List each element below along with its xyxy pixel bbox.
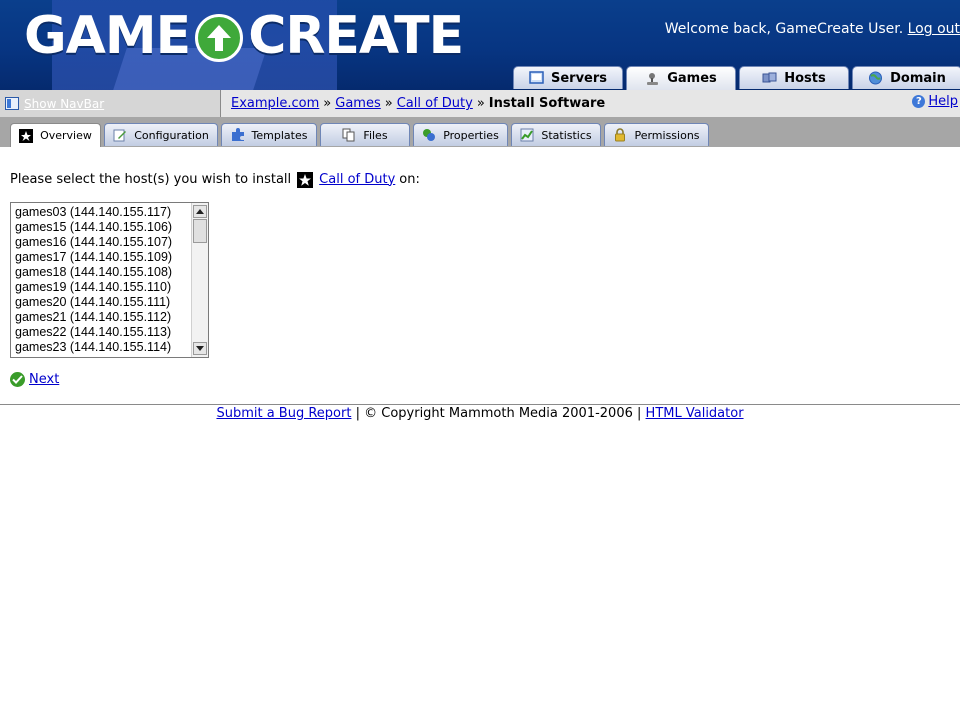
breadcrumb-current: Install Software bbox=[488, 96, 606, 111]
tab-games[interactable]: Games bbox=[626, 66, 736, 90]
lock-icon bbox=[615, 128, 626, 142]
tab-properties-label: Properties bbox=[443, 128, 499, 142]
host-option[interactable]: games18 (144.140.155.108) bbox=[15, 265, 208, 280]
footer-divider bbox=[0, 404, 960, 405]
globe-icon bbox=[869, 71, 883, 85]
tab-hosts-label: Hosts bbox=[784, 70, 826, 86]
show-navbar-link[interactable]: Show NavBar bbox=[24, 97, 104, 111]
tab-permissions[interactable]: Permissions bbox=[604, 123, 709, 146]
host-option[interactable]: games21 (144.140.155.112) bbox=[15, 310, 208, 325]
breadcrumb-separator: » bbox=[323, 96, 332, 111]
host-option[interactable]: games03 (144.140.155.117) bbox=[15, 205, 208, 220]
tab-statistics[interactable]: Statistics bbox=[511, 123, 601, 146]
hosts-icon bbox=[762, 72, 777, 83]
scroll-thumb[interactable] bbox=[193, 219, 207, 243]
next-link[interactable]: Next bbox=[29, 372, 59, 387]
help-icon[interactable]: ? bbox=[912, 95, 926, 108]
edit-icon bbox=[113, 129, 127, 142]
scroll-up-button[interactable] bbox=[193, 205, 207, 218]
breadcrumb-games[interactable]: Games bbox=[335, 96, 380, 111]
tab-overview-label: Overview bbox=[40, 129, 92, 142]
host-list: games03 (144.140.155.117) games15 (144.1… bbox=[11, 203, 208, 355]
bug-report-link[interactable]: Submit a Bug Report bbox=[216, 406, 351, 421]
breadcrumb: Example.com» Games» Call of Duty» Install S… bbox=[231, 96, 605, 111]
sub-tabs: Overview Configuration Templates Files P… bbox=[10, 123, 712, 147]
html-validator-link[interactable]: HTML Validator bbox=[646, 406, 744, 421]
footer-separator: | bbox=[355, 406, 360, 421]
install-prompt: Please select the host(s) you wish to in… bbox=[10, 171, 420, 188]
breadcrumb-call-of-duty[interactable]: Call of Duty bbox=[397, 96, 473, 111]
tab-permissions-label: Permissions bbox=[634, 128, 700, 142]
joystick-icon bbox=[647, 72, 659, 85]
help-area: ? Help bbox=[912, 94, 958, 109]
header-banner: GAME CREATE Welcome back, GameCreate Use… bbox=[0, 0, 960, 90]
navigation-bar: Show NavBar Example.com» Games» Call of Du… bbox=[0, 90, 960, 118]
welcome-message: Welcome back, GameCreate User. Log out bbox=[665, 21, 960, 37]
tab-domain[interactable]: Domain bbox=[852, 66, 960, 89]
call-of-duty-game-icon bbox=[297, 172, 314, 188]
scroll-down-arrow-icon bbox=[196, 346, 204, 351]
tab-servers-label: Servers bbox=[550, 70, 608, 86]
tab-servers[interactable]: Servers bbox=[513, 66, 623, 89]
footer-separator: | bbox=[637, 406, 642, 421]
navbar-icon bbox=[5, 97, 19, 110]
prompt-text: Please select the host(s) you wish to in… bbox=[10, 171, 292, 187]
breadcrumb-example-com[interactable]: Example.com bbox=[231, 96, 319, 111]
show-navbar-panel: Show NavBar bbox=[0, 90, 221, 117]
tab-overview[interactable]: Overview bbox=[10, 123, 101, 147]
host-option[interactable]: games17 (144.140.155.109) bbox=[15, 250, 208, 265]
files-icon bbox=[342, 128, 355, 142]
tab-statistics-label: Statistics bbox=[541, 128, 592, 142]
game-link[interactable]: Call of Duty bbox=[319, 172, 395, 187]
tab-files-label: Files bbox=[363, 128, 388, 142]
logo-text-game: GAME bbox=[24, 6, 191, 66]
chart-icon bbox=[520, 128, 534, 142]
properties-icon bbox=[423, 129, 436, 141]
footer: Submit a Bug Report | © Copyright Mammot… bbox=[0, 406, 960, 421]
list-scrollbar[interactable] bbox=[191, 203, 208, 357]
host-option[interactable]: games15 (144.140.155.106) bbox=[15, 220, 208, 235]
tab-hosts[interactable]: Hosts bbox=[739, 66, 849, 89]
tab-templates-label: Templates bbox=[251, 128, 308, 142]
host-option[interactable]: games20 (144.140.155.111) bbox=[15, 295, 208, 310]
main-tabs: Servers Games Hosts Domain bbox=[513, 66, 960, 90]
monitor-icon bbox=[529, 71, 544, 84]
welcome-text: Welcome back, GameCreate User. bbox=[664, 21, 904, 37]
help-link[interactable]: Help bbox=[928, 94, 958, 109]
scroll-up-arrow-icon bbox=[196, 209, 204, 214]
logo-text-create: CREATE bbox=[248, 6, 464, 66]
logo-up-arrow-icon bbox=[195, 14, 244, 62]
tab-configuration-label: Configuration bbox=[134, 128, 209, 142]
tab-games-label: Games bbox=[667, 71, 717, 86]
host-option[interactable]: games19 (144.140.155.110) bbox=[15, 280, 208, 295]
scroll-down-button[interactable] bbox=[193, 342, 207, 355]
prompt-text-after: on: bbox=[399, 171, 420, 187]
copyright-text: © Copyright Mammoth Media 2001-2006 bbox=[364, 406, 633, 421]
logout-link[interactable]: Log out bbox=[908, 21, 960, 37]
breadcrumb-separator: » bbox=[384, 96, 393, 111]
tab-domain-label: Domain bbox=[890, 70, 946, 86]
sub-tab-bar: Overview Configuration Templates Files P… bbox=[0, 117, 960, 147]
tab-properties[interactable]: Properties bbox=[413, 123, 508, 146]
host-select-list[interactable]: games03 (144.140.155.117) games15 (144.1… bbox=[10, 202, 209, 358]
tab-files[interactable]: Files bbox=[320, 123, 410, 146]
gamecreate-logo: GAME CREATE bbox=[24, 6, 464, 66]
tab-configuration[interactable]: Configuration bbox=[104, 123, 218, 146]
host-option[interactable]: games23 (144.140.155.114) bbox=[15, 340, 208, 355]
tab-templates[interactable]: Templates bbox=[221, 123, 317, 146]
host-option[interactable]: games22 (144.140.155.113) bbox=[15, 325, 208, 340]
puzzle-icon bbox=[231, 128, 244, 141]
next-action: Next bbox=[10, 372, 59, 387]
host-option[interactable]: games16 (144.140.155.107) bbox=[15, 235, 208, 250]
game-logo-icon bbox=[19, 128, 34, 143]
checkmark-icon[interactable] bbox=[10, 372, 25, 387]
breadcrumb-separator: » bbox=[476, 96, 485, 111]
